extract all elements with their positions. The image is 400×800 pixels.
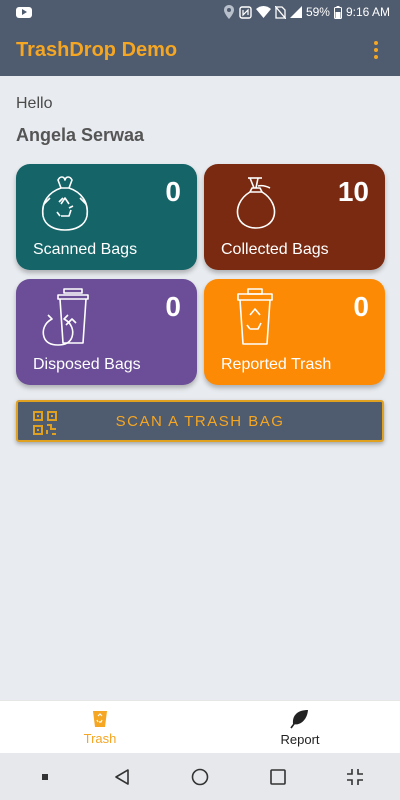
scanned-bags-card[interactable]: 0 Scanned Bags [16, 164, 197, 270]
clock: 9:16 AM [345, 5, 390, 19]
back-icon[interactable] [102, 757, 142, 797]
greeting-text: Hello [16, 95, 53, 112]
wifi-icon [255, 6, 271, 18]
dot-icon[interactable] [25, 757, 65, 797]
leaf-icon [290, 709, 308, 728]
home-icon[interactable] [180, 757, 220, 797]
scan-trash-bag-button[interactable]: SCAN A TRASH BAG [16, 400, 384, 442]
system-navigation-bar [0, 753, 400, 800]
collected-bags-label: Collected Bags [221, 241, 329, 258]
overflow-menu-icon[interactable] [368, 38, 384, 62]
nav-report-label: Report [280, 731, 320, 747]
no-sim-icon [274, 5, 286, 19]
tied-bag-icon [236, 177, 276, 229]
status-bar: 59% 9:16 AM [0, 0, 400, 24]
nav-tab-trash[interactable]: Trash [0, 701, 200, 754]
youtube-notification-icon [16, 6, 32, 18]
location-icon [223, 5, 234, 19]
battery-icon [333, 5, 342, 19]
nfc-icon [239, 5, 252, 19]
nav-tab-report[interactable]: Report [200, 701, 400, 754]
signal-icon [289, 6, 302, 18]
trash-bag-recycle-icon [41, 176, 89, 231]
disposed-bags-card[interactable]: 0 Disposed Bags [16, 279, 197, 385]
app-title: TrashDrop Demo [16, 38, 178, 61]
collapse-icon[interactable] [335, 757, 375, 797]
bottom-navigation: Trash Report [0, 700, 400, 753]
collected-bags-card[interactable]: 10 Collected Bags [204, 164, 385, 270]
user-name: Angela Serwaa [16, 125, 145, 145]
bin-with-bags-icon [42, 288, 89, 346]
scan-button-label: SCAN A TRASH BAG [115, 412, 285, 430]
battery-percent: 59% [305, 5, 330, 19]
qr-code-icon [33, 411, 57, 435]
reported-trash-card[interactable]: 0 Reported Trash [204, 279, 385, 385]
collected-bags-count: 10 [337, 176, 369, 207]
disposed-bags-count: 0 [165, 291, 181, 322]
reported-trash-label: Reported Trash [221, 356, 332, 373]
reported-trash-count: 0 [353, 291, 369, 322]
disposed-bags-label: Disposed Bags [33, 356, 141, 373]
scanned-bags-count: 0 [165, 176, 181, 207]
nav-trash-label: Trash [83, 730, 117, 746]
trash-icon [93, 710, 107, 727]
scanned-bags-label: Scanned Bags [33, 241, 138, 258]
recycle-bin-icon [237, 288, 273, 345]
recents-icon[interactable] [258, 757, 298, 797]
app-bar: TrashDrop Demo [0, 24, 400, 76]
